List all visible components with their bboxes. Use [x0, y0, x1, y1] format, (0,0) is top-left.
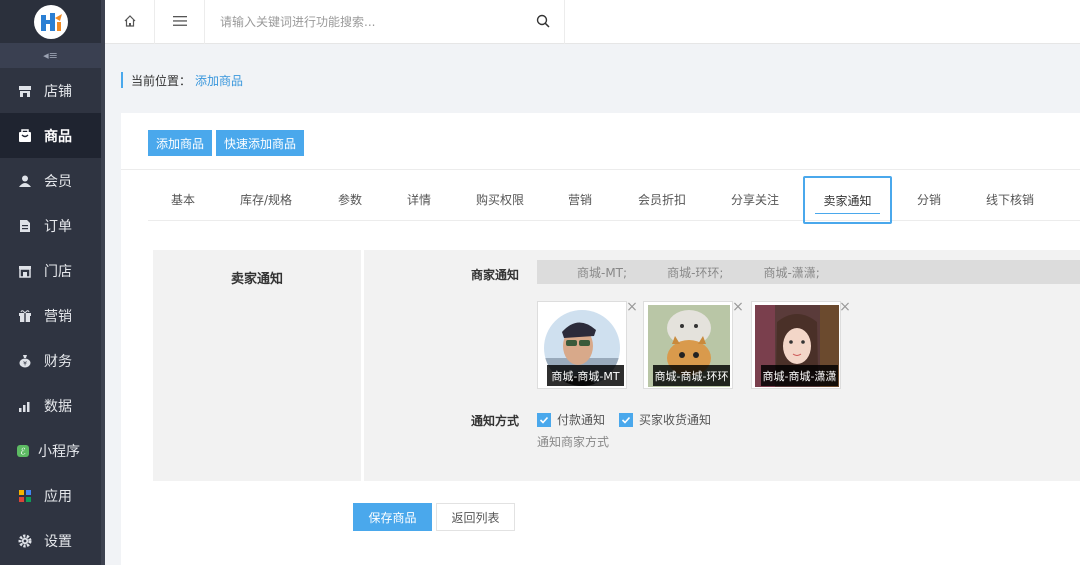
tab-active-underline: [815, 213, 880, 214]
main-panel: 添加商品 快速添加商品 基本 库存/规格 参数 详情 购买权限 营销 会员折扣 …: [121, 113, 1080, 565]
notify-method-label: 通知方式: [471, 414, 520, 428]
notify-hint: 通知商家方式: [537, 435, 610, 449]
app-logo[interactable]: [33, 4, 68, 39]
goods-tabs: 基本 库存/规格 参数 详情 购买权限 营销 会员折扣 分享关注 卖家通知 分销…: [148, 176, 1080, 224]
sidebar-item-order[interactable]: 订单: [0, 203, 101, 248]
sidebar-item-shop[interactable]: 门店: [0, 248, 101, 293]
sidebar-item-label: 门店: [44, 263, 72, 280]
quick-add-goods-button[interactable]: 快速添加商品: [216, 130, 305, 156]
order-icon: [18, 219, 32, 233]
merchant-select-field[interactable]: 商城-MT; 商城-环环; 商城-潇潇;: [537, 260, 1080, 284]
merchant-tag: 商城-环环;: [667, 265, 724, 280]
tab-params[interactable]: 参数: [338, 177, 362, 221]
sidebar-scrollbar[interactable]: [101, 0, 105, 565]
check-icon: [539, 416, 549, 424]
svg-text:ℰ: ℰ: [20, 447, 26, 457]
tab-stock-spec[interactable]: 库存/规格: [240, 177, 292, 221]
home-icon: [123, 14, 137, 31]
sidebar-item-finance[interactable]: ¥ 财务: [0, 338, 101, 383]
store-icon: [18, 84, 32, 98]
tab-marketing[interactable]: 营销: [568, 177, 592, 221]
tab-share-follow[interactable]: 分享关注: [731, 177, 779, 221]
add-goods-button[interactable]: 添加商品: [148, 130, 213, 156]
section-title: 卖家通知: [230, 272, 283, 287]
gear-icon: [18, 534, 32, 548]
sidebar-item-apps[interactable]: 应用: [0, 473, 101, 518]
close-icon[interactable]: ×: [626, 300, 638, 314]
search-bar: [206, 0, 565, 44]
home-button[interactable]: [105, 0, 155, 44]
close-icon[interactable]: ×: [839, 300, 851, 314]
logo-area: [0, 0, 101, 43]
sidebar-item-data[interactable]: 数据: [0, 383, 101, 428]
top-bar: [105, 0, 1080, 44]
sidebar-item-settings[interactable]: 设置: [0, 518, 101, 563]
user-icon: [18, 174, 32, 188]
bar-chart-icon: [18, 399, 32, 413]
tab-seller-notify[interactable]: 卖家通知: [803, 176, 892, 224]
divider: [121, 169, 1080, 170]
shop-icon: [18, 264, 32, 278]
receipt-notify-label[interactable]: 买家收货通知: [639, 411, 711, 428]
notify-options: 付款通知 买家收货通知: [537, 411, 711, 428]
search-input[interactable]: [220, 7, 520, 37]
avatar-name: 商城-商城-潇潇: [761, 365, 838, 386]
close-icon[interactable]: ×: [732, 300, 744, 314]
svg-text:¥: ¥: [23, 360, 27, 367]
avatar-name: 商城-商城-环环: [653, 365, 730, 386]
merchant-notify-label: 商家通知: [471, 268, 520, 282]
sidebar: ◂≡ 店铺 商品 会员 订单 门店 营销 ¥ 财务 数据 ℰ 小程序 应用 设置: [0, 0, 105, 565]
payment-notify-checkbox[interactable]: [537, 412, 551, 427]
receipt-notify-checkbox[interactable]: [619, 412, 634, 427]
sidebar-item-miniprogram[interactable]: ℰ 小程序: [0, 428, 101, 473]
sidebar-item-label: 设置: [44, 533, 72, 550]
miniprogram-icon: ℰ: [16, 444, 30, 458]
merchant-tag: 商城-潇潇;: [763, 265, 820, 280]
tab-member-discount[interactable]: 会员折扣: [638, 177, 686, 221]
tab-offline-verify[interactable]: 线下核销: [986, 177, 1034, 221]
tab-purchase-permission[interactable]: 购买权限: [476, 177, 524, 221]
check-icon: [621, 416, 631, 424]
search-icon[interactable]: [536, 14, 550, 31]
tab-basic[interactable]: 基本: [171, 177, 195, 221]
back-to-list-button[interactable]: 返回列表: [436, 503, 515, 531]
sidebar-item-label: 店铺: [44, 83, 72, 100]
sidebar-item-goods[interactable]: 商品: [0, 113, 101, 158]
sidebar-item-label: 小程序: [38, 443, 80, 460]
breadcrumb-label: 当前位置：: [131, 73, 192, 88]
merchant-avatar-card[interactable]: 商城-商城-环环: [643, 301, 733, 389]
sidebar-item-label: 财务: [44, 353, 72, 370]
hamburger-icon: [172, 15, 187, 30]
merchant-avatar-card[interactable]: 商城-商城-潇潇: [751, 301, 841, 389]
gift-icon: [18, 309, 32, 323]
sidebar-item-label: 数据: [44, 398, 72, 415]
sidebar-item-label: 营销: [44, 308, 72, 325]
avatar-name: 商城-商城-MT: [547, 365, 624, 386]
goods-icon: [18, 128, 32, 143]
sidebar-item-store[interactable]: 店铺: [0, 68, 101, 113]
sidebar-item-label: 应用: [44, 488, 72, 505]
sidebar-item-label: 商品: [44, 128, 72, 145]
breadcrumb-current[interactable]: 添加商品: [195, 72, 243, 89]
tab-detail[interactable]: 详情: [407, 177, 431, 221]
breadcrumb: 当前位置： 添加商品: [121, 72, 243, 88]
apps-icon: [18, 489, 32, 503]
tab-distribution[interactable]: 分销: [917, 177, 941, 221]
tab-label: 卖家通知: [823, 193, 872, 208]
payment-notify-label[interactable]: 付款通知: [557, 411, 605, 428]
merchant-avatar-card[interactable]: 商城-商城-MT: [537, 301, 627, 389]
sidebar-item-marketing[interactable]: 营销: [0, 293, 101, 338]
money-bag-icon: ¥: [18, 354, 32, 368]
sidebar-collapse-button[interactable]: ◂≡: [0, 43, 101, 68]
sidebar-item-label: 订单: [44, 218, 72, 235]
menu-toggle-button[interactable]: [155, 0, 205, 44]
save-goods-button[interactable]: 保存商品: [353, 503, 432, 531]
section-label-panel: 卖家通知: [153, 250, 361, 481]
sidebar-item-label: 会员: [44, 173, 72, 190]
sidebar-item-member[interactable]: 会员: [0, 158, 101, 203]
merchant-tag: 商城-MT;: [577, 265, 628, 280]
